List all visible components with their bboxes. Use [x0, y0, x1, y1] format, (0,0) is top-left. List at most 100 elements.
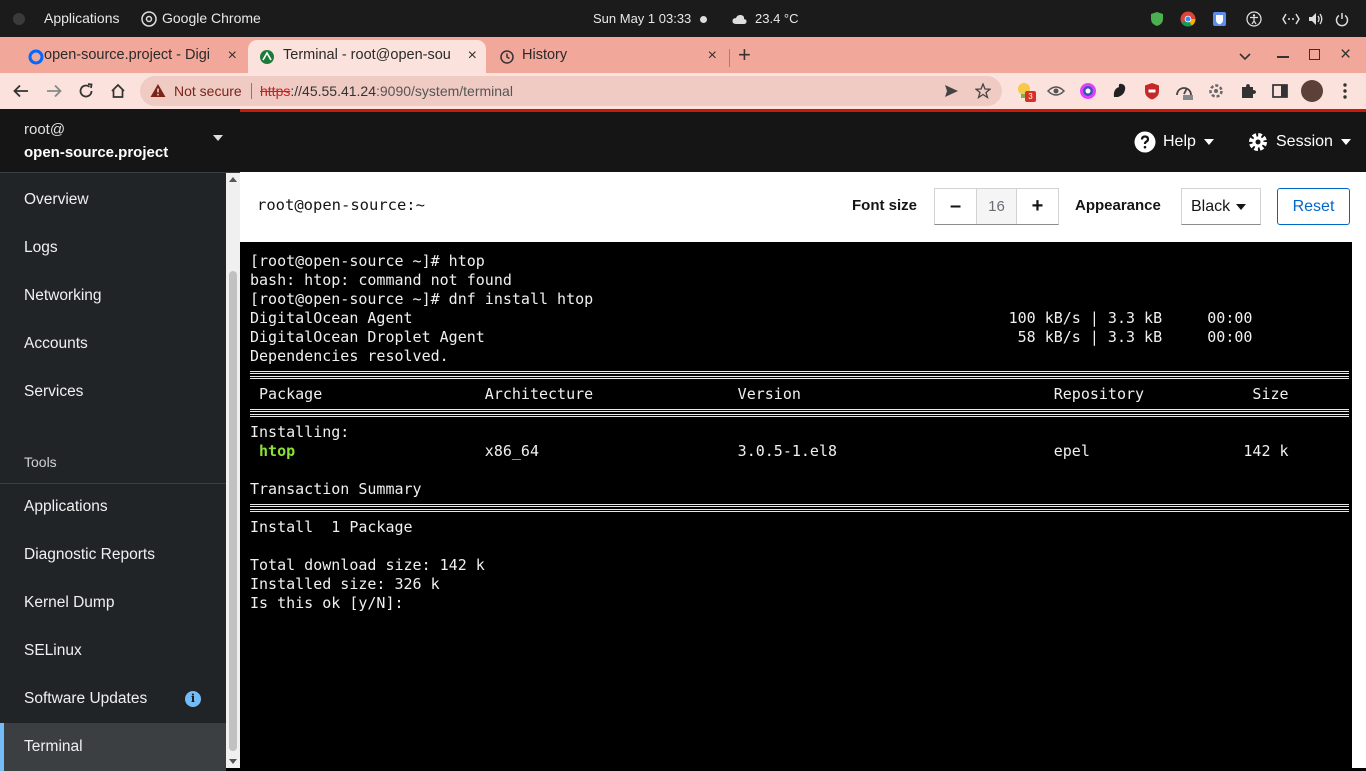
notification-dot-icon — [700, 0, 707, 37]
font-size-stepper: – 16 + — [934, 188, 1059, 225]
shield-tray-icon[interactable] — [1150, 0, 1164, 37]
extension-speedometer-icon[interactable] — [1174, 81, 1194, 101]
terminal-line: x86_64 3.0.5-1.el8 epel 142 k — [250, 442, 1289, 460]
terminal-line: Package Architecture Version Repository … — [250, 385, 1289, 403]
terminal-line: Transaction Summary — [250, 480, 422, 498]
session-caret-down-icon — [1340, 138, 1351, 145]
extension-lightbulb-icon[interactable]: 3 — [1015, 81, 1036, 102]
nav-kernel-dump[interactable]: Kernel Dump — [0, 579, 226, 627]
extension-ublock-icon[interactable] — [1142, 81, 1162, 101]
system-top-bar: Applications Google Chrome Sun May 1 03:… — [0, 0, 1366, 37]
nav-applications[interactable]: Applications — [0, 483, 226, 531]
nav-label: Software Updates — [24, 690, 148, 707]
nav-services[interactable]: Services — [0, 368, 226, 416]
maximize-window-icon[interactable] — [1309, 49, 1320, 60]
chrome-tray-icon[interactable] — [1180, 0, 1196, 37]
scroll-up-arrow-icon[interactable] — [229, 177, 237, 182]
info-icon: i — [185, 691, 201, 707]
activities-icon[interactable] — [13, 0, 25, 37]
forward-arrow-icon[interactable] — [43, 80, 65, 102]
cockpit-favicon-icon — [260, 50, 274, 64]
reload-icon[interactable] — [75, 80, 97, 102]
extensions-puzzle-icon[interactable] — [1238, 81, 1258, 101]
extension-squirrel-icon[interactable] — [1110, 81, 1130, 101]
minimize-window-icon[interactable] — [1277, 56, 1289, 58]
reset-button[interactable]: Reset — [1277, 188, 1350, 225]
back-arrow-icon[interactable] — [10, 80, 32, 102]
scrollbar-thumb[interactable] — [229, 271, 237, 751]
terminal-line: [root@open-source ~]# htop — [250, 252, 485, 270]
history-icon — [500, 50, 514, 64]
tab-title: Terminal - root@open-sou — [283, 47, 451, 63]
accessibility-icon[interactable] — [1246, 0, 1262, 37]
terminal-screen[interactable]: [root@open-source ~]# htop bash: htop: c… — [240, 242, 1352, 768]
applications-menu[interactable]: Applications — [44, 0, 120, 37]
nav-software-updates[interactable]: Software Updates i — [0, 675, 226, 723]
decrease-font-button[interactable]: – — [935, 189, 977, 224]
nav-diagnostic-reports[interactable]: Diagnostic Reports — [0, 531, 226, 579]
cloud-icon — [732, 0, 747, 37]
terminal-rule — [250, 371, 1349, 379]
terminal-line: Install 1 Package — [250, 518, 413, 536]
nav-terminal[interactable]: Terminal — [0, 723, 226, 771]
appearance-select[interactable]: Black — [1181, 188, 1261, 225]
address-bar[interactable]: Not secure https://45.55.41.24:9090/syst… — [140, 76, 1002, 106]
network-icon[interactable] — [1282, 0, 1300, 37]
tools-heading: Tools — [24, 454, 57, 470]
tab-digitalocean[interactable]: open-source.project - Digi × — [8, 40, 246, 73]
host-switcher[interactable]: root@ open-source.project — [0, 109, 240, 173]
nav-networking[interactable]: Networking — [0, 272, 226, 320]
url-text[interactable]: https://45.55.41.24:9090/system/terminal — [260, 76, 513, 106]
warning-icon[interactable] — [150, 83, 166, 98]
tab-terminal[interactable]: Terminal - root@open-sou × — [248, 40, 486, 73]
send-tab-icon[interactable] — [943, 83, 959, 104]
nav-accounts[interactable]: Accounts — [0, 320, 226, 368]
nav-overview[interactable]: Overview — [0, 176, 226, 224]
session-menu-button[interactable]: Session — [1247, 130, 1351, 154]
terminal-title: root@open-source:~ — [257, 196, 425, 214]
host-user: root@ — [24, 121, 66, 138]
close-tab-icon[interactable]: × — [468, 40, 477, 71]
profile-avatar[interactable] — [1301, 80, 1323, 102]
extension-gear-icon[interactable] — [1206, 81, 1226, 101]
increase-font-button[interactable]: + — [1016, 189, 1058, 224]
nav-selinux[interactable]: SELinux — [0, 627, 226, 675]
extension-eye-icon[interactable] — [1046, 81, 1066, 101]
terminal-line: Installing: — [250, 423, 350, 441]
omnibox-divider — [251, 83, 252, 99]
help-menu-button[interactable]: Help — [1134, 130, 1214, 154]
tab-title: open-source.project - Digi — [44, 47, 211, 63]
close-tab-icon[interactable]: × — [708, 40, 717, 71]
bookmark-star-icon[interactable] — [974, 82, 992, 104]
font-size-value[interactable]: 16 — [977, 189, 1016, 224]
digitalocean-favicon-icon — [28, 49, 44, 65]
more-menu-icon[interactable] — [1335, 81, 1355, 101]
new-tab-button[interactable]: + — [738, 42, 751, 68]
close-window-icon[interactable]: × — [1340, 44, 1351, 66]
home-icon[interactable] — [107, 80, 129, 102]
app-menu-label[interactable]: Google Chrome — [162, 0, 261, 37]
help-caret-down-icon — [1203, 138, 1214, 145]
scroll-down-arrow-icon[interactable] — [229, 759, 237, 764]
terminal-package-name: htop — [250, 442, 296, 460]
nav-logs[interactable]: Logs — [0, 224, 226, 272]
terminal-line: bash: htop: command not found — [250, 271, 512, 289]
extension-color-picker-icon[interactable] — [1078, 81, 1098, 101]
side-panel-icon[interactable] — [1270, 81, 1290, 101]
bitwarden-tray-icon[interactable] — [1212, 0, 1227, 37]
browser-toolbar: Not secure https://45.55.41.24:9090/syst… — [0, 73, 1366, 109]
terminal-scrollbar[interactable] — [1352, 242, 1366, 768]
power-icon[interactable] — [1335, 0, 1349, 37]
terminal-line: DigitalOcean Agent 100 kB/s | 3.3 kB 00:… — [250, 309, 1253, 327]
tab-history[interactable]: History × — [488, 40, 726, 73]
sidebar-scrollbar[interactable] — [226, 173, 240, 768]
not-secure-label[interactable]: Not secure — [174, 76, 242, 106]
volume-icon[interactable] — [1308, 0, 1324, 37]
host-caret-down-icon[interactable] — [213, 135, 223, 141]
tab-search-chevron-icon[interactable] — [1238, 49, 1252, 67]
chrome-app-icon[interactable] — [141, 0, 157, 37]
close-tab-icon[interactable]: × — [228, 40, 237, 71]
terminal-toolbar: root@open-source:~ Font size – 16 + Appe… — [240, 172, 1366, 242]
terminal-rule — [250, 409, 1349, 417]
clock[interactable]: Sun May 1 03:33 — [593, 0, 691, 37]
